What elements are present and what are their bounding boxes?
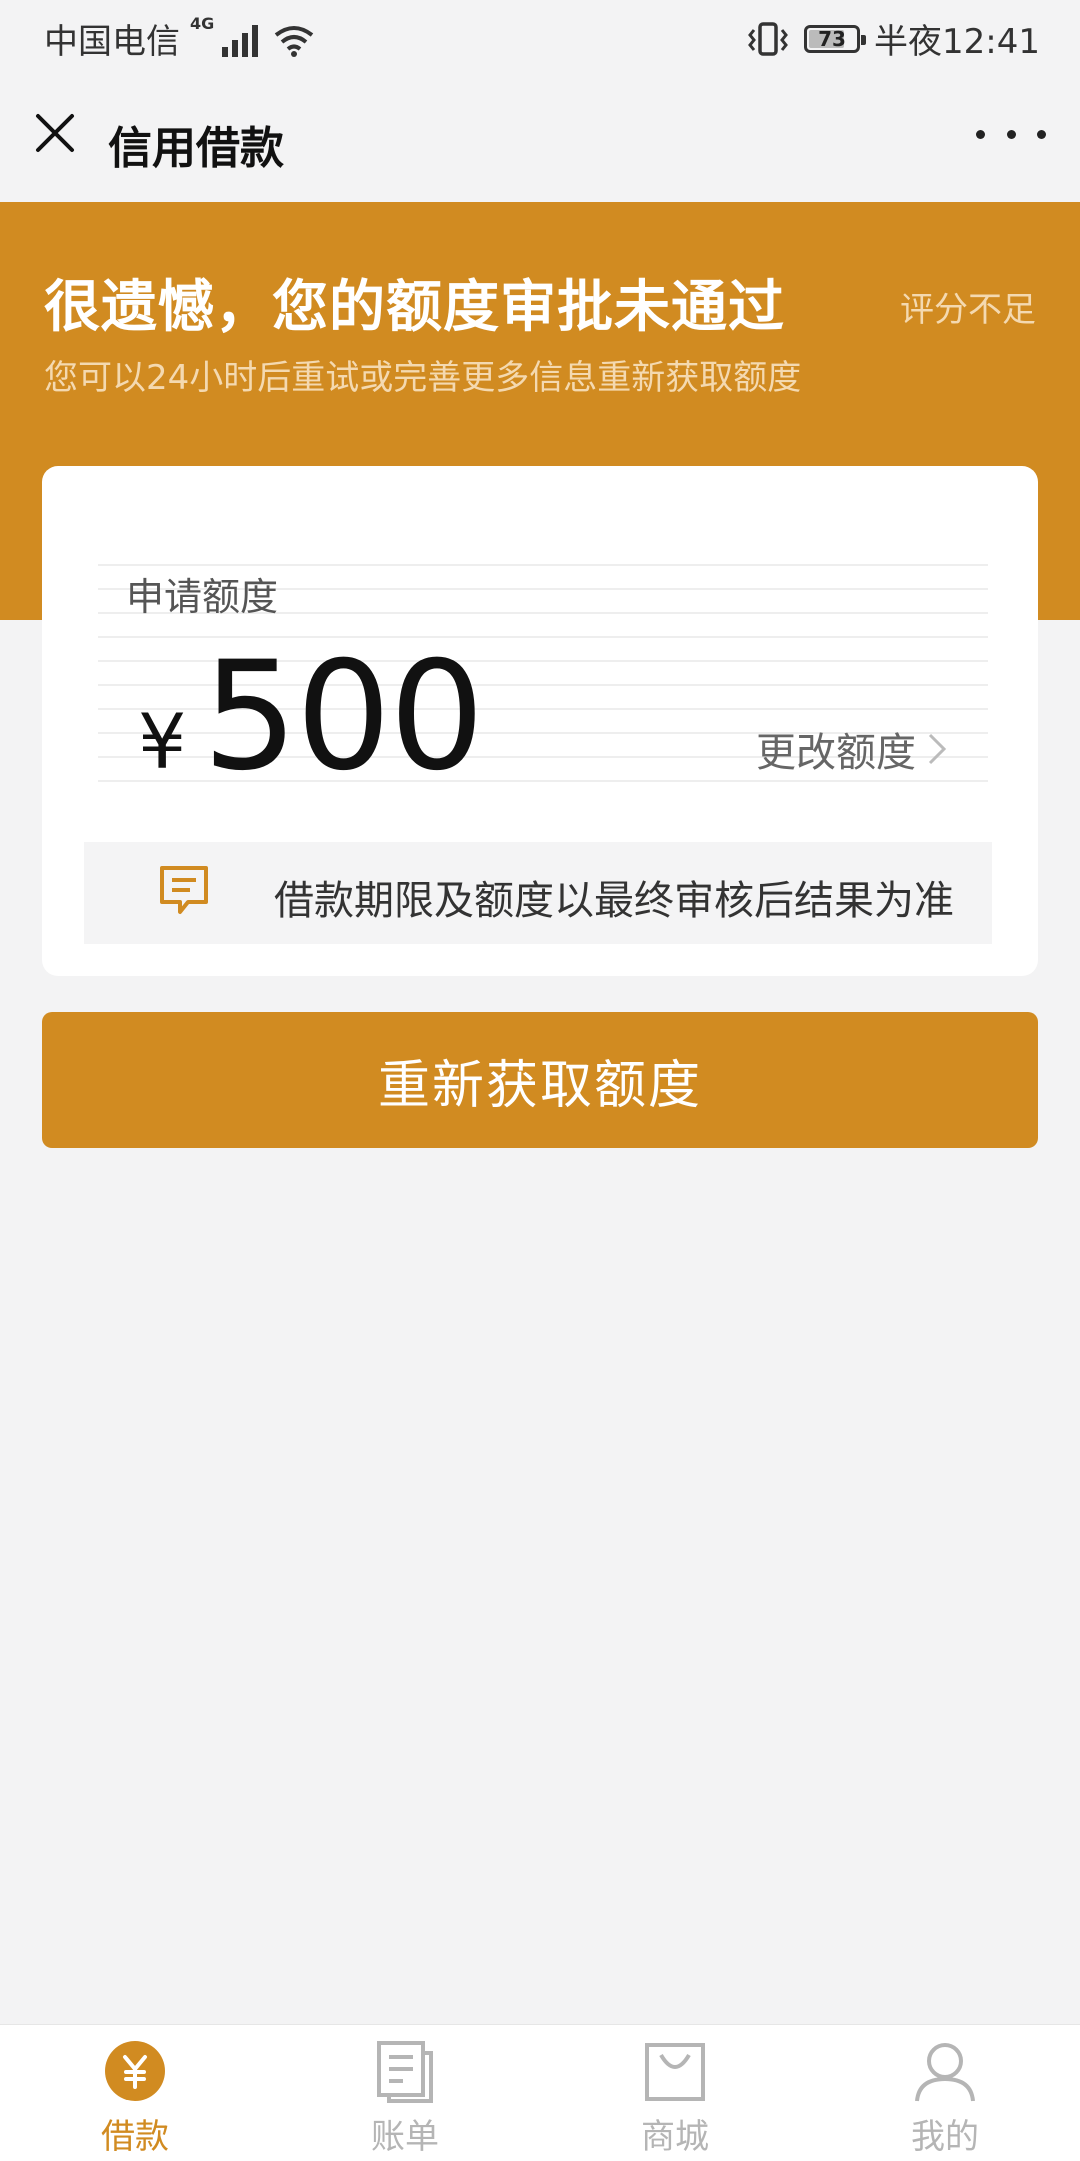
signal-icon [222,23,259,57]
vibrate-icon [748,21,788,56]
tab-label: 账单 [371,2117,439,2157]
close-icon[interactable] [30,108,80,158]
tab-label: 我的 [911,2117,979,2157]
title-bar: 信用借款 [0,76,1080,202]
wifi-icon [275,26,314,57]
status-right: 73 半夜12:41 [746,14,1040,63]
user-icon [915,2043,975,2102]
reacquire-quota-button[interactable]: 重新获取额度 [42,1012,1038,1148]
tab-label: 商城 [641,2117,709,2157]
rejection-subtitle: 您可以24小时后重试或完善更多信息重新获取额度 [44,358,802,398]
notice-box: 借款期限及额度以最终审核后结果为准 [84,842,992,944]
more-menu-button[interactable] [976,116,1046,152]
change-quota-link[interactable]: 更改额度 [756,720,948,778]
quota-card: 申请额度 ¥ 500 更改额度 借款期限及额度以最终审核后结果为准 [42,466,1038,976]
more-dot-icon [1006,129,1016,139]
amount-value: 500 [202,630,484,804]
network-type: 4G [190,14,215,33]
tab-mall[interactable]: 商城 [540,2039,810,2159]
rejection-reason: 评分不足 [900,290,1036,330]
tab-bill[interactable]: 账单 [270,2039,540,2159]
change-quota-label: 更改额度 [756,730,916,776]
notice-text: 借款期限及额度以最终审核后结果为准 [274,878,954,924]
shopping-bag-icon [645,2043,705,2101]
carrier-name: 中国电信 [44,22,180,62]
quota-amount: ¥ 500 [138,630,485,804]
currency-symbol: ¥ [138,697,187,786]
tab-loan[interactable]: 借款 [0,2039,270,2159]
apply-quota-label: 申请额度 [126,575,279,619]
more-dot-icon [976,129,985,139]
bottom-tab-bar: 借款 账单 商城 我的 [0,2024,1080,2161]
battery-level: 73 [818,26,846,51]
network-indicator: 4G [190,14,314,57]
rejection-title: 很遗憾，您的额度审批未通过 [44,275,785,340]
status-bar: 中国电信 4G 73 半夜12:41 [0,0,1080,76]
clock: 半夜12:41 [874,22,1040,62]
page-title: 信用借款 [108,123,284,174]
tab-label: 借款 [101,2117,169,2157]
battery-icon: 73 [804,24,867,53]
yen-circle-icon [105,2041,165,2101]
tab-mine[interactable]: 我的 [810,2039,1080,2159]
message-icon [160,866,208,914]
more-dot-icon [1037,129,1046,139]
chevron-right-icon [928,733,947,765]
bill-icon [377,2041,433,2103]
